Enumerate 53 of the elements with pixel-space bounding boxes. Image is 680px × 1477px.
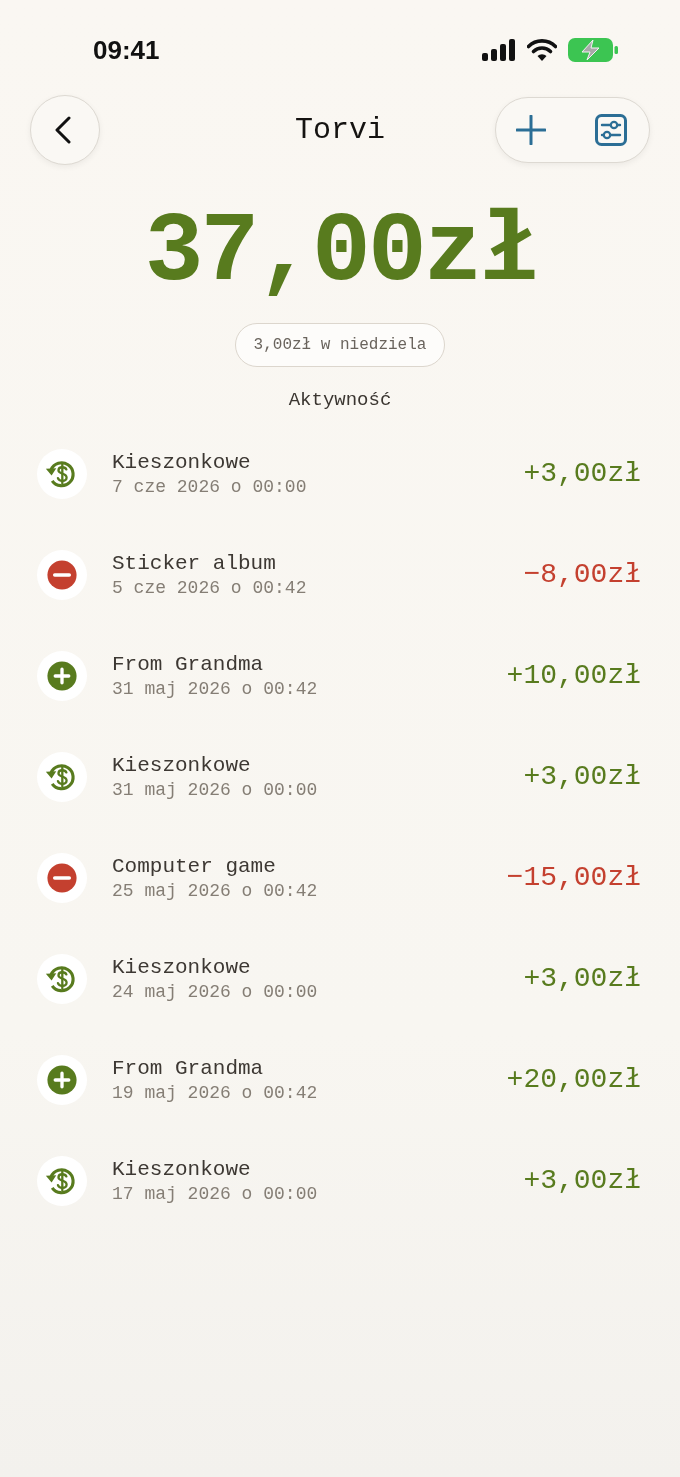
transaction-date: 24 maj 2026 o 00:00 <box>112 981 319 1002</box>
transaction-date: 25 maj 2026 o 00:42 <box>112 880 319 901</box>
transaction-date: 5 cze 2026 o 00:42 <box>112 577 308 598</box>
activity-row[interactable]: From Grandma 31 maj 2026 o 00:42 +10,00zł <box>0 625 680 726</box>
transaction-title: From Grandma <box>112 652 265 676</box>
transaction-amount: +3,00zł <box>523 963 641 994</box>
transaction-amount: +3,00zł <box>523 458 641 489</box>
transaction-amount: −8,00zł <box>523 559 641 590</box>
activity-row[interactable]: Computer game 25 maj 2026 o 00:42 −15,00zł <box>0 827 680 928</box>
filter-button[interactable] <box>595 114 627 146</box>
transaction-title: Kieszonkowe <box>112 753 252 777</box>
activity-row[interactable]: Kieszonkowe 24 maj 2026 o 00:00 +3,00zł <box>0 928 680 1029</box>
transaction-date: 7 cze 2026 o 00:00 <box>112 476 308 497</box>
transaction-date: 31 maj 2026 o 00:42 <box>112 678 319 699</box>
page-title: Torvi <box>294 113 386 147</box>
activity-row[interactable]: Kieszonkowe 31 maj 2026 o 00:00 +3,00zł <box>0 726 680 827</box>
recurring-dollar-icon <box>37 953 87 1004</box>
transaction-amount: +3,00zł <box>523 761 641 792</box>
transaction-date: 31 maj 2026 o 00:00 <box>112 779 319 800</box>
transaction-title: Kieszonkowe <box>112 1157 252 1181</box>
add-button[interactable] <box>516 115 546 145</box>
transaction-title: Kieszonkowe <box>112 450 252 474</box>
plus-icon <box>516 115 546 145</box>
transaction-amount: +20,00zł <box>506 1064 641 1095</box>
transaction-date: 17 maj 2026 o 00:00 <box>112 1183 319 1204</box>
transaction-title: Kieszonkowe <box>112 955 252 979</box>
allowance-badge: 3,00zł w niedziela <box>234 323 446 367</box>
minus-circle-icon <box>37 549 87 600</box>
transaction-title: Computer game <box>112 854 277 878</box>
transaction-amount: +10,00zł <box>506 660 641 691</box>
status-time: 09:41 <box>93 34 160 66</box>
transaction-title: Sticker album <box>112 551 277 575</box>
chevron-left-icon <box>55 116 71 144</box>
signal-icon <box>482 39 516 61</box>
balance-amount: 37,00zł <box>144 196 536 310</box>
transaction-date: 19 maj 2026 o 00:42 <box>112 1082 319 1103</box>
transaction-amount: +3,00zł <box>523 1165 641 1196</box>
transaction-amount: −15,00zł <box>506 862 641 893</box>
activity-row[interactable]: Kieszonkowe 17 maj 2026 o 00:00 +3,00zł <box>0 1130 680 1231</box>
battery-charging-icon <box>568 38 618 62</box>
plus-circle-icon <box>37 1054 87 1105</box>
activity-row[interactable]: From Grandma 19 maj 2026 o 00:42 +20,00zł <box>0 1029 680 1130</box>
recurring-dollar-icon <box>37 448 87 499</box>
activity-heading: Aktywność <box>288 389 392 411</box>
activity-row[interactable]: Sticker album 5 cze 2026 o 00:42 −8,00zł <box>0 524 680 625</box>
recurring-dollar-icon <box>37 751 87 802</box>
transaction-title: From Grandma <box>112 1056 265 1080</box>
plus-circle-icon <box>37 650 87 701</box>
wifi-icon <box>527 39 557 61</box>
sliders-icon <box>595 114 627 146</box>
activity-row[interactable]: Kieszonkowe 7 cze 2026 o 00:00 +3,00zł <box>0 423 680 524</box>
minus-circle-icon <box>37 852 87 903</box>
recurring-dollar-icon <box>37 1155 87 1206</box>
